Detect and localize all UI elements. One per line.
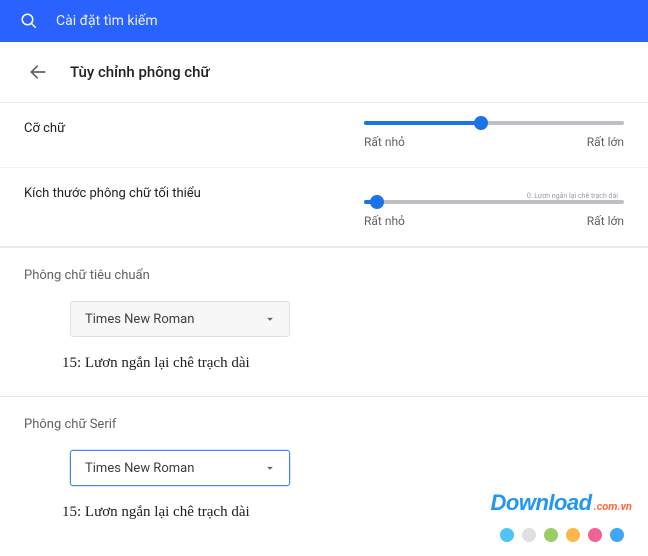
chevron-down-icon (263, 312, 277, 326)
dot (588, 528, 602, 542)
standard-font-title: Phông chữ tiêu chuẩn (24, 268, 624, 283)
dot (566, 528, 580, 542)
dot (522, 528, 536, 542)
page-header: Tùy chỉnh phông chữ (0, 42, 648, 102)
standard-font-preview: 15: Lươn ngắn lại chê trạch dài (62, 355, 624, 372)
slider-fill (364, 121, 481, 125)
min-font-size-label: Kích thước phông chữ tối thiểu (24, 186, 344, 201)
search-bar[interactable]: Cài đặt tìm kiếm (0, 0, 648, 42)
font-size-row: Cỡ chữ Rất nhỏ Rất lớn (0, 103, 648, 167)
min-font-tiny-preview: 0: Lươn ngắn lại chê trạch dài (364, 192, 624, 200)
dropdown-value: Times New Roman (85, 461, 194, 476)
slider-thumb[interactable] (370, 195, 384, 209)
back-arrow-icon[interactable] (28, 62, 48, 82)
serif-font-title: Phông chữ Serif (24, 417, 624, 432)
serif-font-dropdown[interactable]: Times New Roman (70, 450, 290, 486)
serif-font-section: Phông chữ Serif Times New Roman 15: Lươn… (0, 396, 648, 545)
dot (610, 528, 624, 542)
standard-font-section: Phông chữ tiêu chuẩn Times New Roman 15:… (0, 247, 648, 396)
slider-min-label: Rất nhỏ (364, 214, 405, 228)
decorative-dots (500, 528, 624, 542)
slider-max-label: Rất lớn (587, 135, 624, 149)
dot (544, 528, 558, 542)
font-size-slider[interactable] (364, 121, 624, 125)
dot (500, 528, 514, 542)
page-title: Tùy chỉnh phông chữ (70, 63, 210, 81)
sliders-card: Cỡ chữ Rất nhỏ Rất lớn Kích thước phông … (0, 102, 648, 247)
slider-min-label: Rất nhỏ (364, 135, 405, 149)
serif-font-preview: 15: Lươn ngắn lại chê trạch dài (62, 504, 624, 521)
font-size-label: Cỡ chữ (24, 121, 344, 136)
min-font-size-slider[interactable] (364, 200, 624, 204)
search-icon (20, 12, 38, 30)
min-font-size-row: Kích thước phông chữ tối thiểu 0: Lươn n… (0, 167, 648, 246)
chevron-down-icon (263, 461, 277, 475)
slider-max-label: Rất lớn (587, 214, 624, 228)
dropdown-value: Times New Roman (85, 312, 194, 327)
standard-font-dropdown[interactable]: Times New Roman (70, 301, 290, 337)
search-placeholder: Cài đặt tìm kiếm (56, 13, 158, 29)
slider-thumb[interactable] (474, 116, 488, 130)
